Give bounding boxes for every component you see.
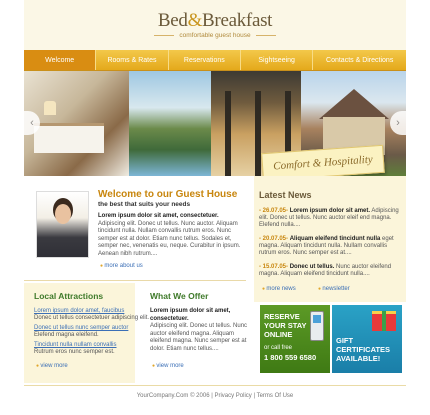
gift-certificates-banner[interactable]: GIFT CERTIFICATES AVAILABLE! (332, 305, 402, 373)
lamp-shape (44, 101, 56, 115)
news-date: - 15.07.05- (259, 264, 289, 270)
bed-shape (34, 123, 104, 153)
news-lead: Aliquam eleifend tincidunt nulla (289, 236, 381, 242)
main-nav: Welcome Rooms & Rates Reservations Sight… (24, 50, 406, 71)
reserve-phone-number: 1 800 559 6580 (264, 353, 317, 362)
column-shape (225, 91, 231, 176)
tagline: comfortable guest house (24, 32, 406, 39)
nav-welcome[interactable]: Welcome (24, 50, 97, 70)
welcome-body: Lorem ipsum dolor sit amet, consectetuer… (98, 213, 244, 259)
local-title: Local Attractions (34, 291, 104, 301)
nav-rooms-rates[interactable]: Rooms & Rates (96, 50, 169, 70)
page-frame: Bed&Breakfast comfortable guest house We… (24, 0, 406, 415)
face-shape (55, 204, 71, 224)
view-more-attractions-link[interactable]: view more (36, 363, 67, 369)
logo[interactable]: Bed&Breakfast (24, 10, 406, 32)
news-date: - 20.07.05- (259, 236, 289, 242)
offer-body: Lorem ipsum dolor sit amet, consectetuer… (150, 308, 250, 354)
privacy-policy-link[interactable]: Privacy Policy (214, 393, 251, 399)
news-section: Latest News - 26.07.05- Lorem ipsum dolo… (254, 176, 406, 302)
welcome-lead: Lorem ipsum dolor sit amet, consectetuer… (98, 213, 219, 219)
news-date: - 26.07.05- (259, 208, 289, 214)
offer-title: What We Offer (150, 291, 209, 301)
news-item[interactable]: - 15.07.05- Donec ut tellus. Nunc auctor… (259, 264, 399, 278)
view-more-offers-link[interactable]: view more (152, 363, 183, 369)
logo-text-bed: Bed (157, 10, 188, 31)
header: Bed&Breakfast comfortable guest house (24, 0, 406, 50)
nav-contacts-directions[interactable]: Contacts & Directions (313, 50, 406, 70)
roof-shape (319, 89, 389, 119)
footer-separator: | (253, 393, 256, 399)
column-shape (255, 91, 261, 176)
photo-pool (129, 71, 211, 176)
host-portrait (36, 191, 89, 258)
more-news-link[interactable]: more news (262, 286, 295, 292)
reserve-line-2: YOUR STAY (264, 321, 307, 330)
attraction-text: Rutrum eros nunc semper est. (34, 349, 115, 355)
gift-icon (372, 311, 396, 331)
attraction-text: Elefend magna eleifend. (34, 332, 99, 338)
news-lead: Lorem ipsum dolor sit amet. (289, 208, 371, 214)
welcome-title: Welcome to our Guest House (98, 189, 238, 200)
what-we-offer-section: What We Offer Lorem ipsum dolor sit amet… (140, 283, 250, 383)
welcome-text: Adipiscing elit. Donec ut tellus. Nunc a… (98, 220, 241, 257)
phone-icon (310, 311, 324, 341)
reserve-call-text: or call free (264, 345, 293, 351)
gift-line-2: CERTIFICATES (336, 345, 391, 354)
more-about-us-link[interactable]: more about us (100, 263, 142, 269)
footer-separator: | (211, 393, 213, 399)
terms-of-use-link[interactable]: Terms Of Use (257, 393, 294, 399)
reserve-line-3: ONLINE (264, 330, 293, 339)
logo-ampersand: & (187, 10, 203, 31)
news-lead: Donec ut tellus. (289, 264, 335, 270)
logo-text-breakfast: Breakfast (202, 10, 273, 31)
news-title: Latest News (259, 190, 312, 200)
copyright: YourCompany.Com © 2006 (136, 393, 210, 399)
news-item[interactable]: - 20.07.05- Aliquam eleifend tincidunt n… (259, 236, 399, 258)
banner: ‹ › Comfort & Hospitality (24, 71, 406, 176)
news-item[interactable]: - 26.07.05- Lorem ipsum dolor sit amet. … (259, 208, 399, 230)
nav-reservations[interactable]: Reservations (169, 50, 241, 70)
offer-lead: Lorem ipsum dolor sit amet, consectetuer… (150, 308, 231, 322)
nav-sightseeing[interactable]: Sightseeing (241, 50, 314, 70)
reserve-line-1: RESERVE (264, 312, 300, 321)
welcome-subtitle: the best that suits your needs (98, 201, 191, 208)
reserve-online-banner[interactable]: RESERVE YOUR STAY ONLINE or call free 1 … (260, 305, 330, 373)
welcome-section: Welcome to our Guest House the best that… (24, 176, 246, 281)
gift-line-3: AVAILABLE! (336, 354, 381, 363)
local-attractions-section: Local Attractions Lorem ipsum dolor amet… (24, 283, 150, 383)
attraction-text: Donec ut tellus consectetuer adipiscing … (34, 315, 150, 321)
gift-line-1: GIFT (336, 336, 354, 345)
footer: YourCompany.Com © 2006 | Privacy Policy … (24, 385, 406, 415)
newsletter-link[interactable]: newsletter (318, 286, 349, 292)
offer-text: Adipiscing elit. Donec ut tellus. Nunc a… (150, 323, 248, 352)
